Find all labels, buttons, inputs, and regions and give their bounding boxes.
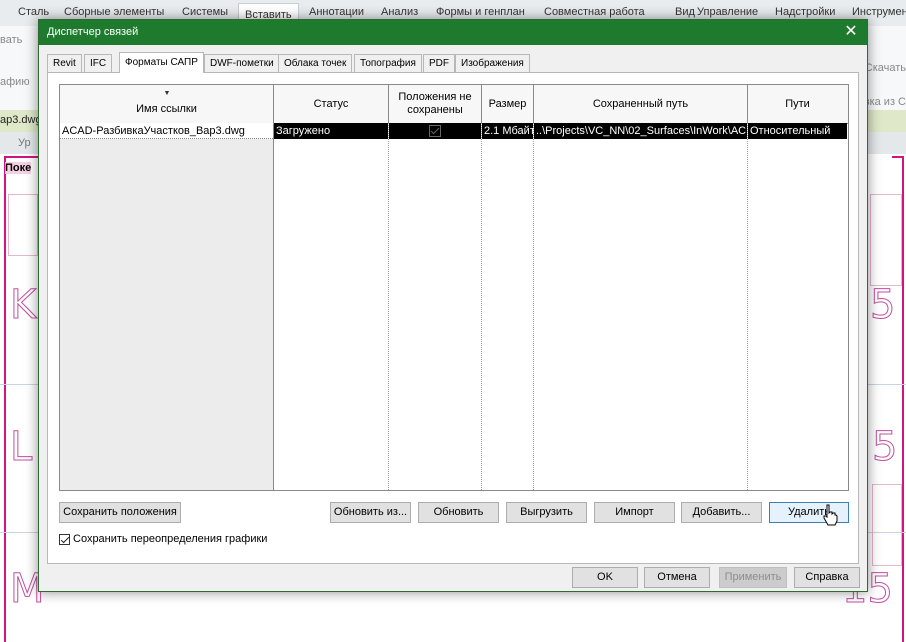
ribbon-left-fragment-2: афию — [0, 76, 30, 88]
cell-path-type[interactable]: Относительный — [748, 123, 847, 139]
tab-topography[interactable]: Топография — [354, 54, 422, 72]
column-header-link-name[interactable]: ▼ Имя ссылки — [60, 85, 274, 123]
ribbon-tab-analyze[interactable]: Анализ — [381, 6, 418, 18]
map-shape — [872, 484, 902, 566]
ribbon-right-fragment-1: Скачать — [864, 62, 906, 74]
hand-cursor-icon — [823, 504, 838, 526]
tab-pdf[interactable]: PDF — [423, 54, 455, 72]
ribbon-tab-massing-site[interactable]: Формы и генплан — [436, 6, 525, 18]
ribbon-tab-systems[interactable]: Системы — [182, 6, 228, 18]
keep-graphic-overrides-label: Сохранить переопределения графики — [73, 533, 268, 545]
cell-status[interactable]: Загружено — [274, 123, 388, 139]
ribbon-tab-steel[interactable]: Сталь — [18, 6, 49, 18]
dialog-titlebar[interactable]: Диспетчер связей ✕ — [39, 20, 867, 45]
cancel-button[interactable]: Отмена — [644, 567, 710, 588]
grid-label: 5 — [871, 424, 898, 471]
unload-button[interactable]: Выгрузить — [506, 502, 587, 523]
view-fragment: Ур — [18, 137, 31, 149]
tab-revit[interactable]: Revit — [47, 54, 82, 72]
ribbon-tab-addins[interactable]: Надстройки — [775, 6, 835, 18]
cell-link-name[interactable]: ACAD-РазбивкаУчастков_Вар3.dwg — [60, 123, 273, 139]
document-tab[interactable]: ap3.dwg — [0, 114, 42, 126]
view-label: Поке — [5, 162, 32, 174]
tab-ifc[interactable]: IFC — [84, 54, 113, 72]
ribbon-tab-collaborate[interactable]: Совместная работа — [544, 6, 645, 18]
column-divider — [388, 123, 389, 490]
links-table[interactable]: ▼ Имя ссылки Статус Положения не сохране… — [59, 84, 849, 491]
help-button[interactable]: Справка — [794, 567, 860, 588]
column-header-label: Имя ссылки — [136, 102, 197, 115]
column-header-status[interactable]: Статус — [274, 85, 389, 123]
cell-size[interactable]: 2.1 Мбайт — [482, 123, 533, 139]
column-divider — [481, 123, 482, 490]
column-divider — [533, 123, 534, 490]
cell-saved-path[interactable]: ..\Projects\VC_NN\02_Surfaces\InWork\AC — [534, 123, 747, 139]
grid-label: 5 — [869, 282, 896, 329]
ribbon-tab-view[interactable]: Вид — [675, 6, 695, 18]
add-button[interactable]: Добавить... — [681, 502, 762, 523]
ribbon-tab-tools[interactable]: Инструмен — [852, 6, 906, 18]
cell-positions-unsaved[interactable] — [389, 123, 481, 139]
tab-dwf-markups[interactable]: DWF-пометки — [204, 54, 280, 72]
reload-from-button[interactable]: Обновить из... — [330, 502, 411, 523]
column-header-positions-unsaved[interactable]: Положения не сохранены — [389, 85, 482, 123]
tab-images[interactable]: Изображения — [455, 54, 530, 72]
column-divider — [747, 123, 748, 490]
ok-button[interactable]: OK — [572, 567, 638, 588]
link-manager-dialog: Диспетчер связей ✕ Revit IFC Форматы САП… — [38, 19, 868, 592]
ribbon-tab-manage[interactable]: Управление — [697, 6, 758, 18]
close-icon[interactable]: ✕ — [841, 22, 861, 42]
import-button[interactable]: Импорт — [594, 502, 675, 523]
column-header-label: Статус — [313, 97, 349, 110]
positions-unsaved-checkbox — [429, 125, 441, 137]
cad-formats-panel: ▼ Имя ссылки Статус Положения не сохране… — [47, 72, 859, 564]
grid-label: L — [9, 424, 33, 471]
column-header-size[interactable]: Размер — [482, 85, 534, 123]
table-header: ▼ Имя ссылки Статус Положения не сохране… — [60, 85, 848, 124]
column-header-path-type[interactable]: Пути — [748, 85, 847, 123]
ribbon-tab-annotate[interactable]: Аннотации — [309, 6, 364, 18]
keep-graphic-overrides-checkbox[interactable] — [59, 533, 70, 545]
grid-label: K — [9, 282, 37, 329]
column-header-label: Размер — [488, 97, 527, 110]
table-row[interactable]: ACAD-РазбивкаУчастков_Вар3.dwg Загружено… — [60, 123, 848, 139]
dialog-title: Диспетчер связей — [47, 26, 139, 38]
tab-cad-formats[interactable]: Форматы САПР — [119, 52, 204, 73]
column-header-label: Пути — [785, 97, 810, 110]
ribbon-tab-precast[interactable]: Сборные элементы — [64, 6, 164, 18]
tab-point-clouds[interactable]: Облака точек — [278, 54, 353, 72]
column-header-label: Положения не сохранены — [398, 91, 472, 116]
column-header-label: Сохраненный путь — [592, 97, 689, 110]
keep-graphic-overrides-option[interactable]: Сохранить переопределения графики — [59, 532, 267, 546]
sort-arrow-icon: ▼ — [163, 90, 171, 97]
ribbon-left-fragment-1: вать — [0, 34, 23, 46]
column-header-saved-path[interactable]: Сохраненный путь — [534, 85, 748, 123]
save-positions-button[interactable]: Сохранить положения — [59, 502, 181, 523]
apply-button: Применить — [719, 567, 787, 588]
name-column-background — [60, 123, 274, 490]
reload-button[interactable]: Обновить — [418, 502, 499, 523]
map-shape — [8, 194, 38, 256]
map-shape — [870, 194, 902, 286]
